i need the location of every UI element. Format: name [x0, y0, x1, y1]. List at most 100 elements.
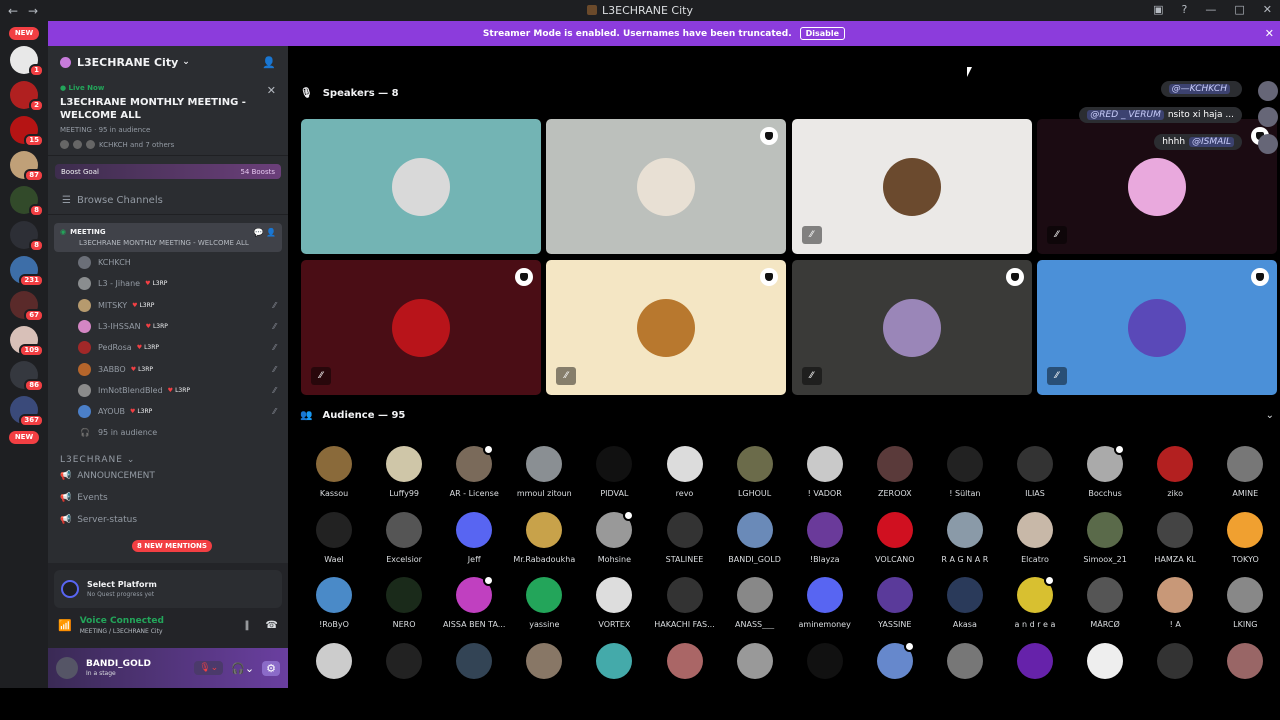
audience-member[interactable]: Jeff: [439, 511, 509, 564]
server-icon[interactable]: 2: [10, 81, 44, 112]
audience-member[interactable]: ILIAS: [1000, 446, 1070, 498]
audience-member[interactable]: [1000, 642, 1070, 686]
audience-member[interactable]: Luffy99: [369, 446, 439, 498]
audience-member[interactable]: AISSA BEN TA...: [439, 575, 509, 629]
server-icon[interactable]: 67: [10, 291, 44, 322]
speaker-tile[interactable]: ⁄⁄: [791, 260, 1032, 395]
new-unreads-pill[interactable]: NEW: [9, 27, 39, 40]
audience-member[interactable]: LGHOUL: [720, 446, 790, 498]
audience-member[interactable]: Wael: [299, 511, 369, 564]
server-icon[interactable]: 86: [10, 361, 44, 392]
chevron-down-icon[interactable]: ⌄: [1266, 410, 1274, 421]
server-icon[interactable]: 1: [10, 46, 44, 77]
quest-platform[interactable]: Select Platform No Quest progress yet: [54, 570, 282, 608]
audience-member[interactable]: [1210, 642, 1280, 686]
minimize-button[interactable]: —: [1205, 3, 1216, 16]
add-user-icon[interactable]: 👤: [266, 228, 276, 237]
server-header[interactable]: L3ECHRANE City ⌄ 👤: [48, 46, 288, 78]
channel-item[interactable]: 📢 ANNOUNCEMENT: [48, 465, 288, 487]
audience-member[interactable]: ziko: [1140, 446, 1210, 498]
audience-member[interactable]: aminemoney: [790, 577, 860, 629]
server-icon[interactable]: 87: [10, 151, 44, 182]
audience-member[interactable]: [720, 642, 790, 686]
headphones-icon[interactable]: 🎧⌄: [231, 662, 254, 675]
audience-member[interactable]: Kassou: [299, 446, 369, 498]
stage-member[interactable]: PedRosa ♥ L3RP ⁄⁄: [48, 337, 288, 358]
stage-member[interactable]: 3ABBO ♥ L3RP ⁄⁄: [48, 358, 288, 379]
audience-member[interactable]: NERO: [369, 577, 439, 629]
audience-member[interactable]: [860, 640, 930, 686]
server-icon[interactable]: 8: [10, 186, 44, 217]
stage-member[interactable]: MITSKY ♥ L3RP ⁄⁄: [48, 295, 288, 316]
audience-member[interactable]: [299, 642, 369, 686]
server-icon[interactable]: 15: [10, 116, 44, 147]
category-header[interactable]: L3ECHRANE ⌄: [48, 443, 288, 465]
maximize-button[interactable]: □: [1234, 3, 1244, 16]
stage-member[interactable]: L3 - Jihane ♥ L3RP: [48, 273, 288, 294]
audience-member[interactable]: Mr.Rabadoukha: [509, 511, 579, 564]
speaker-tile[interactable]: ⁄⁄: [791, 119, 1032, 254]
audience-member[interactable]: yassine: [509, 577, 579, 629]
disconnect-icon[interactable]: ☎: [266, 620, 278, 631]
channel-item[interactable]: 📢 Server-status: [48, 509, 288, 531]
audience-member[interactable]: AMINE: [1210, 446, 1280, 498]
boost-goal-bar[interactable]: Boost Goal 54 Boosts: [55, 164, 281, 179]
audience-member[interactable]: [509, 642, 579, 686]
audience-member[interactable]: AR - License: [439, 444, 509, 498]
close-button[interactable]: ✕: [1263, 3, 1272, 16]
help-icon[interactable]: ?: [1182, 3, 1188, 16]
audience-member[interactable]: YASSINE: [860, 577, 930, 629]
inbox-icon[interactable]: ▣: [1153, 3, 1163, 16]
server-icon[interactable]: 8: [10, 221, 44, 252]
new-unreads-pill[interactable]: NEW: [9, 431, 39, 444]
browse-channels[interactable]: ☰ Browse Channels: [48, 187, 288, 215]
server-icon[interactable]: 109: [10, 326, 44, 357]
audience-member[interactable]: LKING: [1210, 577, 1280, 629]
user-mention[interactable]: @ISMAIL: [1189, 137, 1234, 147]
audience-member[interactable]: mmoul zitoun: [509, 446, 579, 498]
close-icon[interactable]: ✕: [1265, 27, 1274, 40]
audience-member[interactable]: Elcatro: [1000, 511, 1070, 564]
speaker-tile[interactable]: [546, 119, 787, 254]
audience-member[interactable]: !Blayza: [790, 511, 860, 564]
audience-member[interactable]: ! Sültan: [930, 446, 1000, 498]
audience-member[interactable]: [650, 642, 720, 686]
invite-icon[interactable]: 👤: [262, 56, 276, 69]
audience-member[interactable]: Akasa: [930, 577, 1000, 629]
audience-member[interactable]: [1070, 642, 1140, 686]
stage-member[interactable]: ImNotBlendBled ♥ L3RP ⁄⁄: [48, 380, 288, 401]
speaker-tile[interactable]: ⁄⁄: [546, 260, 787, 395]
live-event-card[interactable]: ● Live Now ✕ L3ECHRANE MONTHLY MEETING -…: [48, 78, 288, 156]
audience-member[interactable]: [439, 642, 509, 686]
soundboard-icon[interactable]: ‖: [245, 620, 250, 631]
audience-member[interactable]: MÃRCØ: [1070, 577, 1140, 629]
chat-icon[interactable]: 💬: [254, 228, 264, 237]
audience-member[interactable]: [579, 642, 649, 686]
audience-member[interactable]: [369, 642, 439, 686]
user-mention[interactable]: @—⁠KCHKCH: [1168, 84, 1230, 94]
audience-member[interactable]: VOLCANO: [860, 511, 930, 564]
stage-member[interactable]: L3-IHSSAN ♥ L3RP ⁄⁄: [48, 316, 288, 337]
audience-member[interactable]: PIDVAL: [579, 446, 649, 498]
audience-member[interactable]: ! VADOR: [790, 446, 860, 498]
audience-member[interactable]: revo: [650, 446, 720, 498]
speaker-tile[interactable]: [301, 119, 541, 254]
gear-icon[interactable]: ⚙: [262, 660, 280, 676]
audience-member[interactable]: TOKYO: [1210, 511, 1280, 564]
audience-member[interactable]: HAKACHI FAS...: [650, 577, 720, 629]
mic-muted-icon[interactable]: 🎙⌄: [194, 661, 224, 675]
channel-item[interactable]: 📢 Events: [48, 487, 288, 509]
stage-member[interactable]: AYOUB ♥ L3RP ⁄⁄: [48, 401, 288, 422]
audience-member[interactable]: [1140, 642, 1210, 686]
audience-member[interactable]: Excelsior: [369, 511, 439, 564]
close-icon[interactable]: ✕: [267, 84, 276, 97]
audience-member[interactable]: Mohsine: [579, 509, 649, 564]
audience-member[interactable]: [790, 642, 860, 686]
audience-member[interactable]: !RoByO: [299, 577, 369, 629]
audience-member[interactable]: Simoox_21: [1070, 511, 1140, 564]
speaker-tile[interactable]: ⁄⁄: [301, 260, 541, 395]
audience-member[interactable]: Bocchus: [1070, 444, 1140, 498]
audience-member[interactable]: R A G N A R: [930, 511, 1000, 564]
new-mentions-pill[interactable]: 8 NEW MENTIONS: [132, 540, 212, 552]
user-mention[interactable]: @RED _ VERUM: [1087, 110, 1164, 120]
